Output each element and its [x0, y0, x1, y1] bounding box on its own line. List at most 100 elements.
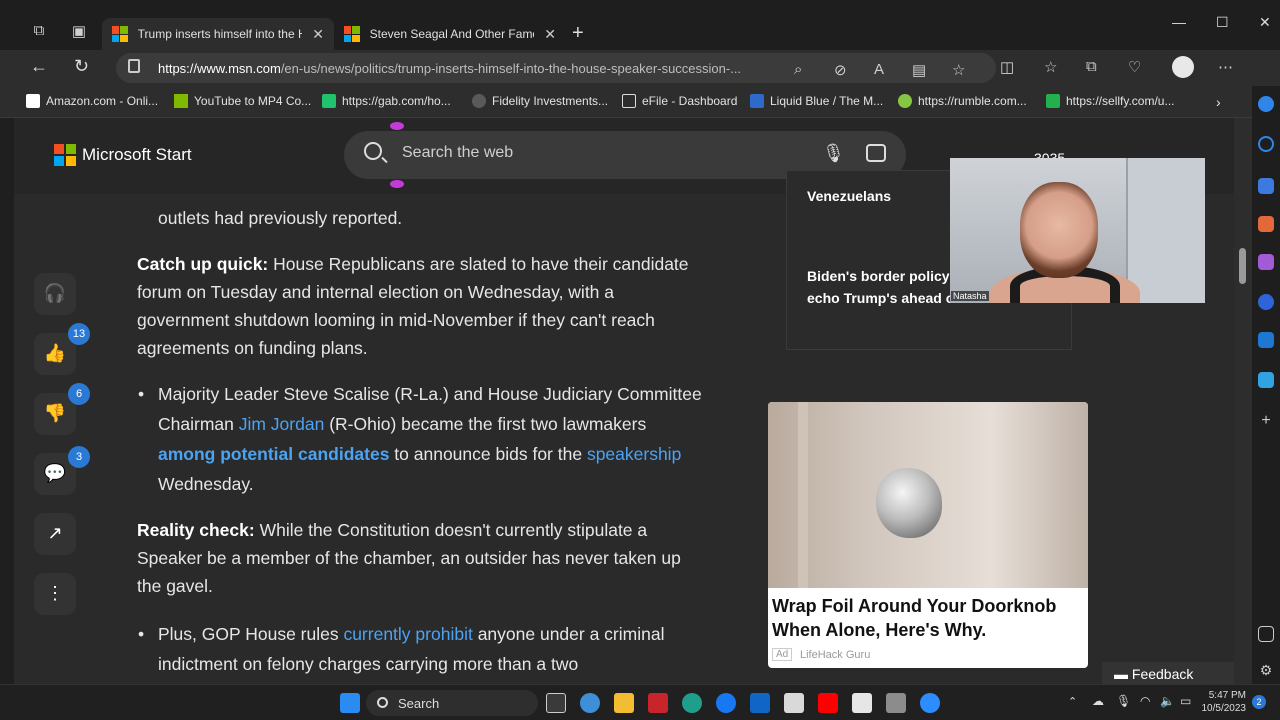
outlook-icon[interactable] — [750, 693, 770, 713]
favorite-sellfy[interactable]: https://sellfy.com/u... — [1046, 94, 1174, 108]
shopping-icon[interactable] — [1258, 178, 1274, 194]
favorite-fidelity[interactable]: Fidelity Investments... — [472, 94, 608, 108]
file-explorer-icon[interactable] — [614, 693, 634, 713]
favorite-efile[interactable]: eFile - Dashboard — [622, 94, 737, 108]
comment-icon: 💬 — [43, 463, 67, 483]
microphone-icon[interactable]: 🎙 — [1116, 694, 1131, 708]
taskbar-search[interactable]: Search — [366, 690, 538, 716]
search-input[interactable] — [402, 144, 782, 162]
scrollbar-thumb[interactable] — [1239, 248, 1246, 284]
battery-icon[interactable]: ▭ — [1180, 694, 1191, 708]
share-button[interactable]: ↗ — [34, 513, 76, 555]
tracking-prevention-icon[interactable]: ⊘ — [834, 61, 847, 79]
headphones-icon: 🎧 — [43, 283, 67, 303]
window-close-icon[interactable]: ✕ — [1259, 14, 1271, 31]
wifi-icon[interactable]: ◠ — [1140, 694, 1150, 708]
youtube-icon[interactable] — [818, 693, 838, 713]
favorites-overflow-icon[interactable]: › — [1216, 94, 1221, 110]
immersive-reader-icon[interactable]: ▤ — [912, 61, 926, 79]
favorite-gab[interactable]: https://gab.com/ho... — [322, 94, 451, 108]
visual-search-icon[interactable] — [866, 144, 886, 162]
address-bar[interactable]: https://www.msn.com/en-us/news/politics/… — [116, 53, 996, 83]
collections-icon[interactable]: ⧉ — [1086, 58, 1097, 75]
send-icon[interactable] — [1258, 372, 1274, 388]
favorites-bar: Amazon.com - Onli... YouTube to MP4 Co..… — [0, 86, 1280, 118]
zoom-icon[interactable] — [920, 693, 940, 713]
browser-essentials-icon[interactable]: ♡ — [1128, 58, 1141, 76]
listen-button[interactable]: 🎧 — [34, 273, 76, 315]
back-icon[interactable]: ← — [30, 56, 48, 77]
ad-title[interactable]: Wrap Foil Around Your Doorknob When Alon… — [772, 594, 1084, 642]
story-title[interactable]: Biden's border policy echo Trump's ahead… — [807, 265, 967, 309]
more-options-button[interactable]: ⋮ — [34, 573, 76, 615]
split-screen-icon[interactable]: ◫ — [1000, 58, 1014, 76]
task-view-icon[interactable] — [546, 693, 566, 713]
sponsored-ad[interactable]: Wrap Foil Around Your Doorknob When Alon… — [768, 402, 1088, 668]
amazon-icon[interactable] — [852, 693, 872, 713]
volume-icon[interactable]: 🔈 — [1160, 694, 1175, 708]
list-item: Majority Leader Steve Scalise (R-La.) an… — [138, 379, 708, 499]
games-icon[interactable] — [1258, 254, 1274, 270]
msn-favicon-icon — [344, 26, 360, 42]
potential-candidates-link[interactable]: among potential candidates — [158, 444, 389, 464]
system-clock[interactable]: 5:47 PM 10/5/2023 — [1200, 689, 1247, 715]
download-icon — [174, 94, 188, 108]
cloud-icon[interactable]: ☁ — [1092, 694, 1104, 708]
favorite-star-icon[interactable]: ☆ — [952, 61, 965, 79]
tray-overflow-icon[interactable]: ⌃ — [1068, 695, 1077, 708]
windows-start-icon[interactable] — [340, 693, 360, 713]
minimize-icon[interactable]: — — [1172, 14, 1186, 30]
sidebar-toggle-icon[interactable] — [1258, 626, 1274, 642]
calendar-app-icon[interactable] — [784, 693, 804, 713]
settings-icon[interactable]: ⚙ — [1258, 662, 1274, 678]
close-icon[interactable]: ✕ — [312, 26, 324, 43]
tab-actions-icon[interactable]: ▣ — [66, 22, 92, 44]
list-item: Plus, GOP House rules currently prohibit… — [138, 619, 708, 679]
search-icon[interactable] — [1258, 136, 1274, 152]
lock-icon — [128, 59, 140, 73]
favorite-rumble[interactable]: https://rumble.com... — [898, 94, 1027, 108]
reality-check-paragraph: Reality check: While the Constitution do… — [137, 516, 707, 600]
url-text: https://www.msn.com/en-us/news/politics/… — [158, 61, 742, 76]
read-aloud-icon[interactable]: A — [874, 61, 884, 78]
liquid-blue-icon — [750, 94, 764, 108]
microsoft365-icon[interactable] — [1258, 294, 1274, 310]
tab-seagal[interactable]: Steven Seagal And Other Famous ✕ — [334, 18, 566, 50]
jim-jordan-link[interactable]: Jim Jordan — [239, 414, 325, 434]
new-tab-icon[interactable]: + — [572, 22, 584, 45]
fidelity-icon — [472, 94, 486, 108]
workspaces-icon[interactable]: ⧉ — [26, 22, 52, 44]
camera-icon[interactable] — [886, 693, 906, 713]
brand-name[interactable]: Microsoft Start — [82, 145, 192, 165]
story-title[interactable]: Venezuelans — [807, 185, 891, 207]
maximize-icon[interactable]: ☐ — [1216, 14, 1229, 31]
share-icon: ↗ — [47, 523, 63, 543]
microsoft-logo-icon[interactable] — [54, 144, 76, 166]
favorites-icon[interactable]: ☆ — [1044, 58, 1057, 76]
catch-up-label: Catch up quick: — [137, 254, 269, 274]
close-icon[interactable]: ✕ — [544, 26, 556, 43]
microphone-icon[interactable]: 🎙 — [822, 143, 845, 164]
edge-icon[interactable] — [682, 693, 702, 713]
more-menu-icon[interactable]: ⋯ — [1218, 58, 1233, 76]
page-scrollbar[interactable] — [1234, 118, 1252, 684]
tools-icon[interactable] — [1258, 216, 1274, 232]
currently-prohibit-link[interactable]: currently prohibit — [343, 624, 472, 644]
speakership-link[interactable]: speakership — [587, 444, 681, 464]
notification-badge[interactable]: 2 — [1252, 695, 1266, 709]
profile-avatar[interactable] — [1172, 56, 1194, 78]
add-icon[interactable]: + — [1258, 412, 1274, 429]
feedback-button[interactable]: ▬ Feedback — [1102, 662, 1234, 684]
favorite-amazon[interactable]: Amazon.com - Onli... — [26, 94, 158, 108]
tab-trump[interactable]: Trump inserts himself into the House spe… — [102, 18, 334, 50]
facebook-icon[interactable] — [716, 693, 736, 713]
zoom-icon[interactable]: ⌕ — [794, 61, 802, 78]
outlook-icon[interactable] — [1258, 332, 1274, 348]
copilot-icon[interactable] — [1258, 96, 1274, 112]
favorite-liquid-blue[interactable]: Liquid Blue / The M... — [750, 94, 883, 108]
mcafee-icon[interactable] — [648, 693, 668, 713]
favorite-youtube-mp4[interactable]: YouTube to MP4 Co... — [174, 94, 311, 108]
app-icon[interactable] — [580, 693, 600, 713]
decor-dot — [390, 180, 404, 188]
refresh-icon[interactable]: ↻ — [74, 56, 89, 77]
